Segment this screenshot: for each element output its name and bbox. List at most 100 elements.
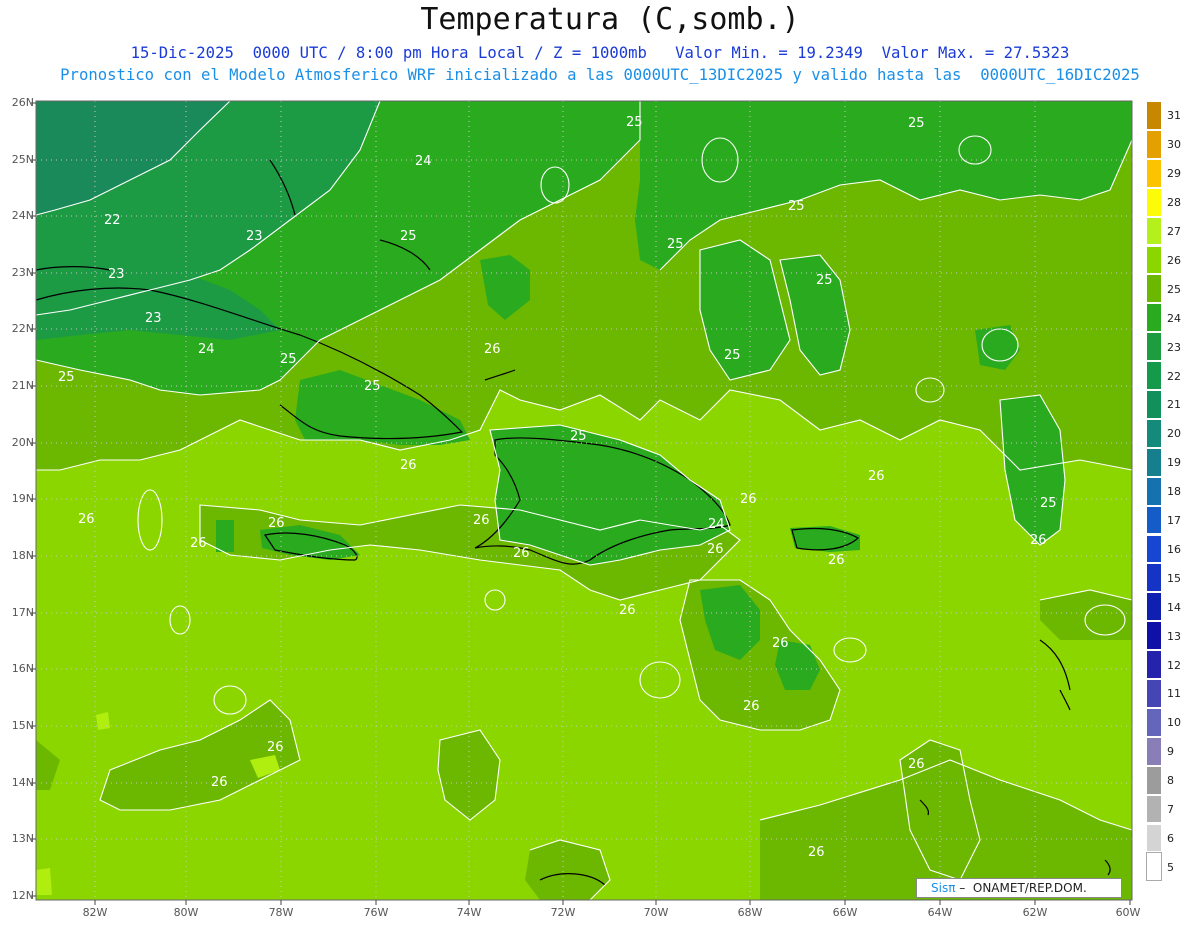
lat-label: 15N: [11, 719, 34, 732]
lat-label: 26N: [11, 96, 34, 109]
credit-text: – ONAMET/REP.DOM.: [955, 881, 1087, 895]
colorbar-label: 25: [1167, 282, 1181, 296]
contour-label: 24: [198, 342, 215, 357]
contour-label: 25: [908, 116, 925, 131]
contour-label: 26: [908, 757, 925, 772]
colorbar-label: 8: [1167, 774, 1174, 788]
lon-label: 66W: [832, 906, 858, 919]
colorbar-swatch: [1146, 650, 1162, 679]
lon-label: 62W: [1022, 906, 1048, 919]
colorbar-label: 21: [1167, 398, 1181, 412]
colorbar-swatch: [1146, 765, 1162, 795]
colorbar-swatch: [1146, 534, 1162, 564]
colorbar-label: 22: [1167, 369, 1181, 383]
colorbar-swatch: [1146, 736, 1162, 766]
contour-label: 26: [484, 342, 501, 357]
contour-label: 26: [808, 845, 825, 860]
colorbar-swatch: [1146, 563, 1162, 593]
lon-label: 72W: [550, 906, 576, 919]
colorbar-label: 15: [1167, 571, 1181, 585]
contour-label: 24: [415, 154, 432, 169]
colorbar-label: 28: [1167, 196, 1181, 210]
colorbar-label: 5: [1167, 860, 1174, 874]
colorbar-label: 31: [1167, 109, 1181, 123]
contour-label: 23: [145, 311, 162, 326]
lat-label: 21N: [11, 379, 34, 392]
contour-label: 26: [772, 636, 789, 651]
lon-label: 74W: [456, 906, 482, 919]
sispi-logo: Sisπ: [931, 881, 956, 895]
contour-label: 26: [828, 553, 845, 568]
colorbar-swatch: [1146, 418, 1162, 448]
colorbar-swatch: [1146, 303, 1162, 333]
contour-label: 25: [364, 379, 381, 394]
contour-label: 26: [868, 469, 885, 484]
lon-label: 68W: [737, 906, 763, 919]
lon-label: 82W: [82, 906, 108, 919]
lat-label: 14N: [11, 776, 34, 789]
credit-box: Sisπ – ONAMET/REP.DOM.: [916, 878, 1122, 898]
contour-label: 26: [619, 603, 636, 618]
contour-label: 25: [788, 199, 805, 214]
colorbar-swatch: [1146, 158, 1162, 188]
colorbar-label: 7: [1167, 803, 1174, 817]
colorbar-label: 23: [1167, 340, 1181, 354]
lon-label: 78W: [268, 906, 294, 919]
contour-label: 26: [211, 775, 228, 790]
lat-label: 20N: [11, 436, 34, 449]
lat-label: 23N: [11, 266, 34, 279]
contour-label: 25: [626, 115, 643, 130]
colorbar-label: 17: [1167, 514, 1181, 528]
lat-label: 19N: [11, 492, 34, 505]
colorbar-swatch: [1146, 476, 1162, 506]
temperature-map: 25 25 24 25 22 23 23 25 23 24 25 25 25 2…: [31, 100, 1133, 905]
colorbar-label: 16: [1167, 542, 1181, 556]
lon-label: 60W: [1115, 906, 1141, 919]
contour-label: 26: [190, 536, 207, 551]
lat-label: 13N: [11, 832, 34, 845]
colorbar-label: 27: [1167, 225, 1181, 239]
colorbar-label: 18: [1167, 485, 1181, 499]
colorbar-swatch: [1146, 679, 1162, 708]
colorbar-label: 11: [1167, 687, 1181, 701]
colorbar-label: 12: [1167, 658, 1181, 672]
contour-label: 25: [400, 229, 417, 244]
contour-label: 26: [473, 513, 490, 528]
contour-label: 26: [1030, 533, 1047, 548]
contour-label: 25: [1040, 496, 1057, 511]
colorbar-label: 10: [1167, 716, 1181, 730]
contour-label: 26: [707, 542, 724, 557]
colorbar-swatch: [1146, 707, 1162, 737]
contour-label: 26: [513, 546, 530, 561]
colorbar-label: 20: [1167, 427, 1181, 441]
contour-label: 26: [400, 458, 417, 473]
colorbar-label: 24: [1167, 311, 1181, 325]
lat-label: 24N: [11, 209, 34, 222]
colorbar-swatch: [1146, 361, 1162, 390]
contour-label: 25: [280, 352, 297, 367]
colorbar-swatch: [1146, 447, 1162, 477]
lat-label: 12N: [11, 889, 34, 902]
contour-label: 25: [667, 237, 684, 252]
lat-label: 25N: [11, 153, 34, 166]
contour-label: 23: [246, 229, 263, 244]
colorbar-swatch: [1146, 129, 1162, 159]
colorbar-label: 13: [1167, 629, 1181, 643]
contour-label: 26: [267, 740, 284, 755]
colorbar-label: 9: [1167, 745, 1174, 759]
colorbar-swatch: [1146, 823, 1162, 853]
contour-label: 25: [724, 348, 741, 363]
contour-label: 23: [108, 267, 125, 282]
colorbar-label: 14: [1167, 600, 1181, 614]
contour-label: 25: [58, 370, 75, 385]
contour-label: 26: [740, 492, 757, 507]
colorbar-swatch: [1146, 852, 1162, 882]
colorbar-swatch: [1146, 332, 1162, 362]
colorbar-label: 6: [1167, 831, 1174, 845]
colorbar-swatch: [1146, 621, 1162, 651]
colorbar-swatch: [1146, 101, 1162, 130]
contour-label: 26: [78, 512, 95, 527]
colorbar-swatch: [1146, 390, 1162, 419]
colorbar-swatch: [1146, 187, 1162, 217]
contour-label: 24: [708, 517, 725, 532]
